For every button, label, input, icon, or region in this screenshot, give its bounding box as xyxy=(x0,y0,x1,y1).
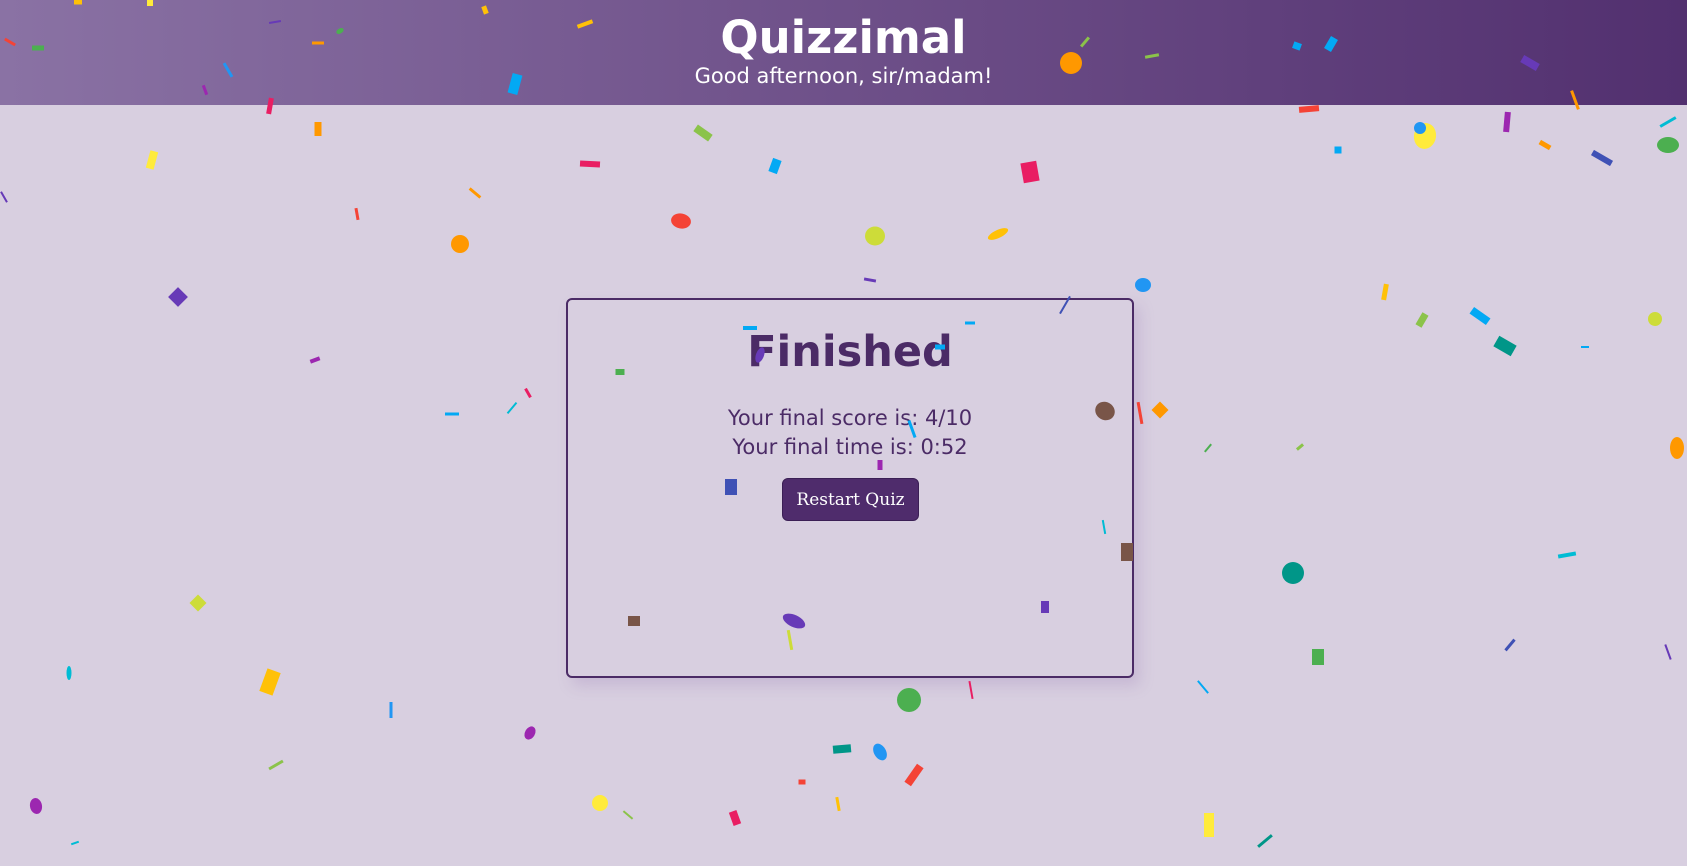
confetti-piece xyxy=(579,160,601,168)
confetti-piece xyxy=(354,207,360,221)
confetti-piece xyxy=(865,226,885,246)
confetti-piece xyxy=(1581,346,1589,348)
confetti-piece xyxy=(524,387,532,399)
confetti-piece xyxy=(1334,146,1342,154)
confetti-piece xyxy=(506,401,518,415)
confetti-piece xyxy=(835,796,841,812)
confetti-piece xyxy=(693,124,713,142)
confetti-piece xyxy=(145,150,159,170)
confetti-piece xyxy=(70,840,80,846)
confetti-piece xyxy=(1020,160,1040,184)
confetti-piece xyxy=(1657,137,1679,153)
restart-quiz-button[interactable]: Restart Quiz xyxy=(782,478,919,521)
confetti-piece xyxy=(1659,116,1677,128)
confetti-piece xyxy=(1557,551,1577,559)
confetti-piece xyxy=(768,157,782,175)
confetti-piece xyxy=(1282,562,1304,584)
confetti-piece xyxy=(1538,139,1552,151)
confetti-piece xyxy=(1648,312,1662,326)
confetti-piece xyxy=(314,122,322,136)
confetti-piece xyxy=(0,191,8,203)
app-header: Quizzimal Good afternoon, sir/madam! xyxy=(0,0,1687,105)
confetti-piece xyxy=(1204,443,1212,453)
confetti-piece xyxy=(29,798,43,814)
confetti-piece xyxy=(987,228,1009,240)
confetti-piece xyxy=(1414,122,1426,134)
confetti-piece xyxy=(1135,278,1151,292)
confetti-piece xyxy=(189,594,207,612)
confetti-piece xyxy=(1469,306,1491,326)
confetti-piece xyxy=(1295,443,1305,451)
confetti-piece xyxy=(1136,401,1144,425)
confetti-piece xyxy=(798,779,806,785)
confetti-piece xyxy=(1415,312,1429,328)
confetti-piece xyxy=(66,666,72,680)
results-card: Finished Your final score is: 4/10 Your … xyxy=(566,298,1134,678)
confetti-piece xyxy=(1590,149,1614,167)
confetti-piece xyxy=(1151,401,1169,419)
confetti-piece xyxy=(1197,680,1209,694)
confetti-piece xyxy=(968,680,974,700)
confetti-piece xyxy=(897,688,921,712)
confetti-piece xyxy=(1503,111,1511,133)
confetti-piece xyxy=(445,412,459,416)
confetti-piece xyxy=(451,235,469,253)
confetti-piece xyxy=(873,743,887,761)
confetti-piece xyxy=(592,795,608,811)
confetti-piece xyxy=(1493,335,1517,357)
confetti-piece xyxy=(1312,649,1324,665)
confetti-piece xyxy=(728,810,742,826)
confetti-piece xyxy=(671,213,691,229)
confetti-piece xyxy=(268,759,284,771)
final-time-text: Your final time is: 0:52 xyxy=(732,435,968,459)
confetti-piece xyxy=(1298,105,1320,113)
confetti-piece xyxy=(1504,638,1516,652)
confetti-piece xyxy=(259,668,281,696)
confetti-piece xyxy=(1204,813,1214,837)
confetti-piece xyxy=(904,763,924,787)
results-heading: Finished xyxy=(747,327,953,377)
app-title: Quizzimal xyxy=(720,11,967,64)
confetti-piece xyxy=(309,356,321,364)
confetti-piece xyxy=(1381,283,1389,301)
confetti-piece xyxy=(622,810,634,820)
confetti-piece xyxy=(1670,437,1684,459)
confetti-piece xyxy=(863,277,877,283)
confetti-piece xyxy=(1413,123,1437,149)
confetti-piece xyxy=(1257,834,1273,848)
confetti-piece xyxy=(389,702,393,718)
final-score-text: Your final score is: 4/10 xyxy=(727,406,973,430)
confetti-piece xyxy=(1664,644,1672,660)
confetti-piece xyxy=(524,726,536,740)
confetti-piece xyxy=(832,744,852,754)
confetti-piece xyxy=(468,187,482,199)
greeting-text: Good afternoon, sir/madam! xyxy=(694,64,993,88)
confetti-piece xyxy=(168,287,188,307)
